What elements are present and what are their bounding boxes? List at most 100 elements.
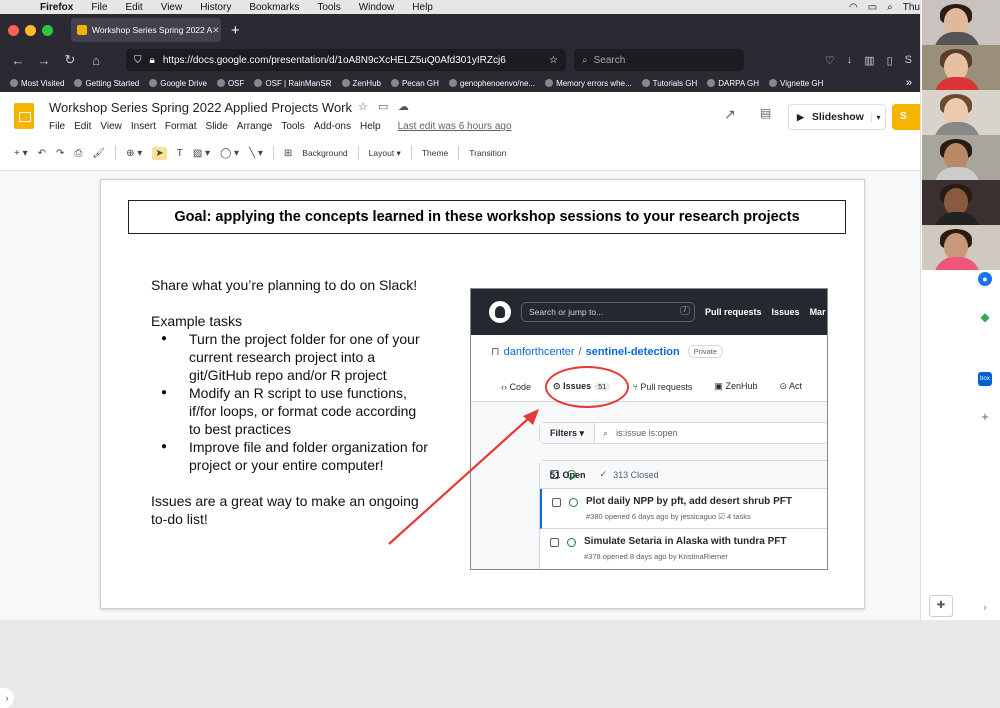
close-window-button[interactable] [8, 24, 19, 36]
zoom-icon[interactable]: ⊕ ▾ [126, 148, 142, 159]
participant-video[interactable] [922, 225, 1000, 270]
menu-edit[interactable]: Edit [125, 2, 142, 13]
menu-view[interactable]: View [161, 2, 183, 13]
url-bar[interactable]: ⛉ 🔒︎ https://docs.google.com/presentatio… [126, 49, 566, 71]
menu-bookmarks[interactable]: Bookmarks [249, 2, 299, 13]
participant-video[interactable] [922, 180, 1000, 225]
search-icon[interactable]: ⌕ [887, 2, 893, 13]
slide[interactable]: Goal: applying the concepts learned in t… [100, 179, 865, 609]
forward-arrow-icon[interactable]: → [36, 53, 52, 68]
zoom-window-button[interactable] [42, 24, 53, 36]
bookmark-darpa-gh[interactable]: DARPA GH [707, 79, 759, 88]
lock-icon[interactable]: 🔒︎ [150, 55, 155, 66]
image-icon[interactable]: ▨ ▾ [193, 148, 210, 159]
select-cursor-icon[interactable]: ➤ [152, 146, 167, 160]
more-bookmarks-icon[interactable]: » [906, 77, 912, 89]
download-icon[interactable]: ↓ [847, 54, 853, 67]
browser-tab-active[interactable]: Workshop Series Spring 2022 A ✕ [71, 18, 221, 42]
menu-slide[interactable]: Slide [206, 121, 228, 132]
clock-day[interactable]: Thu [903, 2, 920, 13]
bookmark-google-drive[interactable]: Google Drive [149, 79, 207, 88]
back-arrow-icon[interactable]: ← [10, 53, 26, 68]
goal-text-box[interactable]: Goal: applying the concepts learned in t… [128, 200, 846, 234]
home-icon[interactable]: ⌂ [88, 53, 104, 68]
bookmark-zenhub[interactable]: ZenHub [341, 79, 381, 88]
menu-history[interactable]: History [200, 2, 231, 13]
reload-icon[interactable]: ↻ [62, 52, 78, 68]
paint-format-icon[interactable]: 🖌︎ [92, 148, 105, 159]
redo-icon[interactable]: ↷ [56, 148, 64, 159]
document-title[interactable]: Workshop Series Spring 2022 Applied Proj… [49, 100, 352, 115]
extension-s-icon[interactable]: S [905, 54, 912, 67]
cloud-status-icon[interactable]: ☁ [398, 100, 409, 113]
minimize-window-button[interactable] [25, 24, 36, 36]
activity-trend-icon[interactable]: ↗ [724, 106, 736, 123]
layout-button[interactable]: Layout ▾ [369, 148, 401, 159]
star-icon[interactable]: ☆ [358, 100, 368, 113]
expand-panel-icon[interactable]: › [978, 600, 992, 614]
text-box-icon[interactable]: T [177, 148, 183, 159]
bookmark-star-icon[interactable]: ☆ [549, 55, 558, 66]
box-icon[interactable]: box [978, 372, 992, 386]
search-bar[interactable]: ⌕ Search [574, 49, 744, 71]
menu-file[interactable]: File [91, 2, 107, 13]
menu-app-name[interactable]: Firefox [40, 2, 73, 13]
new-tab-button[interactable]: + [231, 22, 240, 39]
add-addon-icon[interactable]: + [978, 410, 992, 424]
close-tab-icon[interactable]: ✕ [212, 25, 219, 36]
move-folder-icon[interactable]: ▭ [378, 100, 388, 113]
menu-insert[interactable]: Insert [131, 121, 156, 132]
share-button[interactable]: S [892, 104, 920, 130]
bookmark-memory-errors[interactable]: Memory errors whe... [545, 79, 632, 88]
menu-help[interactable]: Help [360, 121, 381, 132]
last-edit-link[interactable]: Last edit was 6 hours ago [398, 121, 512, 132]
slides-logo-icon[interactable] [14, 103, 34, 129]
bookmark-getting-started[interactable]: Getting Started [74, 79, 139, 88]
new-slide-icon[interactable]: + ▾ [14, 148, 28, 159]
bookmark-vignette-gh[interactable]: Vignette GH [769, 79, 823, 88]
collapse-filmstrip-icon[interactable]: › [0, 688, 14, 708]
menu-edit[interactable]: Edit [74, 121, 91, 132]
bookmark-tutorials-gh[interactable]: Tutorials GH [641, 79, 697, 88]
add-comment-icon[interactable]: ⊞ [284, 148, 292, 159]
bookmark-osf[interactable]: OSF [216, 79, 244, 88]
menu-file[interactable]: File [49, 121, 65, 132]
menu-format[interactable]: Format [165, 121, 197, 132]
participant-video[interactable] [922, 0, 1000, 45]
github-screenshot[interactable]: Search or jump to... / Pull requests Iss… [470, 288, 828, 570]
slideshow-dropdown-icon[interactable]: ▾ [871, 112, 885, 122]
comments-icon[interactable]: ▤ [760, 106, 771, 120]
slide-body-text[interactable]: Share what you’re planning to do on Slac… [151, 276, 431, 546]
bookmark-most-visited[interactable]: Most Visited [10, 79, 64, 88]
menu-tools[interactable]: Tools [317, 2, 340, 13]
url-text[interactable]: https://docs.google.com/presentation/d/1… [163, 55, 506, 66]
explore-button[interactable]: ✚ [929, 595, 953, 617]
menu-view[interactable]: View [100, 121, 122, 132]
transition-button[interactable]: Transition [469, 148, 506, 158]
bookmark-genophenoenvo[interactable]: genophenoenvo/ne... [448, 79, 535, 88]
menu-tools[interactable]: Tools [281, 121, 304, 132]
undo-icon[interactable]: ↶ [38, 148, 46, 159]
participant-video[interactable] [922, 45, 1000, 90]
menu-window[interactable]: Window [359, 2, 395, 13]
slide-canvas[interactable]: Goal: applying the concepts learned in t… [0, 170, 920, 620]
line-icon[interactable]: ╲ ▾ [249, 148, 263, 159]
shield-icon[interactable]: ⛉ [134, 55, 142, 66]
participant-video[interactable] [922, 135, 1000, 180]
menu-arrange[interactable]: Arrange [237, 121, 273, 132]
slideshow-button[interactable]: ▶ Slideshow ▾ [788, 104, 886, 130]
sidebar-icon[interactable]: ▯ [887, 54, 893, 67]
theme-button[interactable]: Theme [422, 148, 448, 158]
participant-video[interactable] [922, 90, 1000, 135]
menu-help[interactable]: Help [412, 2, 433, 13]
library-icon[interactable]: ▥ [864, 54, 874, 67]
wifi-icon[interactable]: ◠ [849, 2, 858, 13]
contacts-icon[interactable]: ● [978, 272, 992, 286]
shape-icon[interactable]: ◯ ▾ [220, 148, 239, 159]
menu-add-ons[interactable]: Add-ons [314, 121, 351, 132]
maps-icon[interactable]: ◆ [978, 310, 992, 324]
battery-icon[interactable]: ▭ [868, 2, 877, 13]
bookmark-pecan-gh[interactable]: Pecan GH [390, 79, 439, 88]
pocket-icon[interactable]: ♡ [825, 54, 835, 67]
print-icon[interactable]: ⎙ [74, 148, 82, 159]
